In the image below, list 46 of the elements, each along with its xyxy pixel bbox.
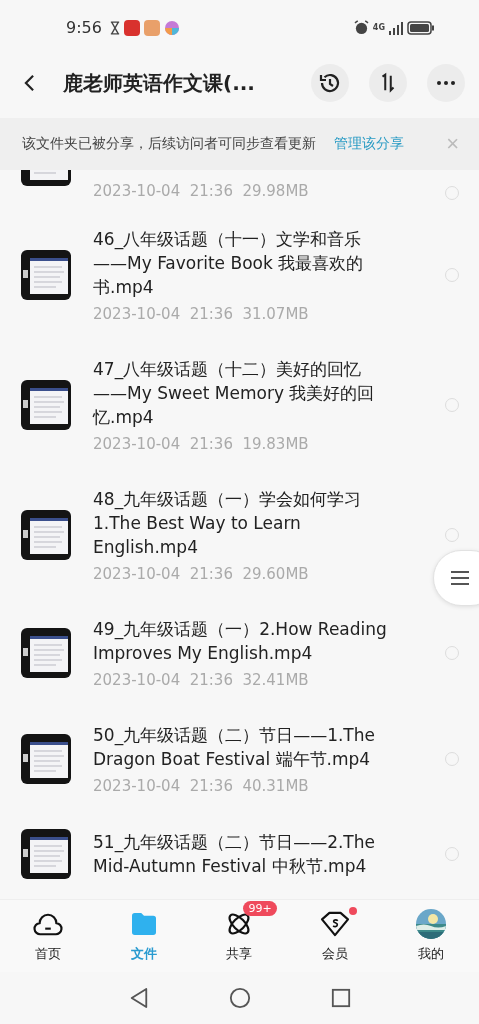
back-icon[interactable] bbox=[128, 987, 149, 1009]
chat-icon bbox=[143, 19, 160, 36]
nav-tab[interactable]: 首页 bbox=[0, 900, 96, 972]
sort-button[interactable] bbox=[369, 64, 407, 102]
file-details: 2023-10-04 21:36 32.41MB bbox=[93, 671, 310, 689]
nav-tab[interactable]: 会员 bbox=[287, 900, 384, 972]
network-label: 4G bbox=[372, 23, 385, 32]
file-details: 2023-10-04 21:36 29.60MB bbox=[93, 565, 310, 583]
file-name: 51_九年级话题（二）节日——2.The Mid-Autumn Festival 中秋节.mp4 bbox=[93, 831, 376, 878]
file-details: 2023-10-04 21:36 40.31MB bbox=[93, 777, 310, 795]
battery-icon bbox=[407, 20, 435, 35]
recents-icon[interactable] bbox=[330, 988, 351, 1008]
hourglass-icon bbox=[109, 20, 120, 35]
more-button[interactable] bbox=[427, 64, 465, 102]
app-icon bbox=[123, 19, 140, 36]
history-button[interactable] bbox=[311, 64, 349, 102]
home-icon[interactable] bbox=[228, 987, 251, 1009]
cloud-icon bbox=[32, 911, 63, 937]
notification-badge: 99+ bbox=[243, 901, 277, 916]
history-icon bbox=[318, 71, 342, 95]
status-time: 9:56 bbox=[66, 18, 102, 37]
file-name: 48_九年级话题（一）学会如何学习1.The Best Way to Learn English.mp4 bbox=[93, 488, 363, 559]
file-name: 50_九年级话题（二）节日——1.The Dragon Boat Festival 端午节.mp4 bbox=[93, 724, 376, 771]
file-name: 47_八年级话题（十二）美好的回忆——My Sweet Memory 我美好的回忆.mp4 bbox=[93, 358, 376, 429]
signal-icon bbox=[389, 20, 403, 35]
app-icon bbox=[163, 19, 180, 36]
video-thumbnail bbox=[21, 380, 71, 430]
folder-icon bbox=[129, 912, 158, 936]
more-icon bbox=[437, 81, 455, 85]
video-thumbnail bbox=[21, 510, 71, 560]
video-thumbnail bbox=[21, 250, 71, 300]
video-thumbnail bbox=[21, 734, 71, 784]
file-details: 2023-10-04 21:36 19.83MB bbox=[93, 435, 310, 453]
file-details: 2023-10-04 21:36 31.07MB bbox=[93, 305, 310, 323]
video-thumbnail bbox=[21, 829, 71, 879]
back-icon bbox=[24, 74, 35, 92]
video-thumbnail bbox=[21, 628, 71, 678]
file-name: 49_九年级话题（一）2.How Reading Improves My English.mp4 bbox=[93, 618, 388, 665]
share-notice: 该文件夹已被分享，后续访问者可同步查看更新 bbox=[22, 135, 316, 153]
file-name: 46_八年级话题（十一）文学和音乐——My Favorite Book 我最喜欢的书.mp4 bbox=[93, 228, 365, 299]
nav-tab[interactable]: 99+ 共享 bbox=[191, 900, 288, 972]
nav-tab[interactable]: 我的 bbox=[383, 900, 479, 972]
folder-title: 鹿老师英语作文课(... bbox=[63, 69, 255, 97]
file-details: 2023-10-04 21:36 29.98MB bbox=[93, 182, 310, 200]
alarm-icon bbox=[353, 20, 369, 35]
diamond-icon bbox=[319, 911, 352, 937]
